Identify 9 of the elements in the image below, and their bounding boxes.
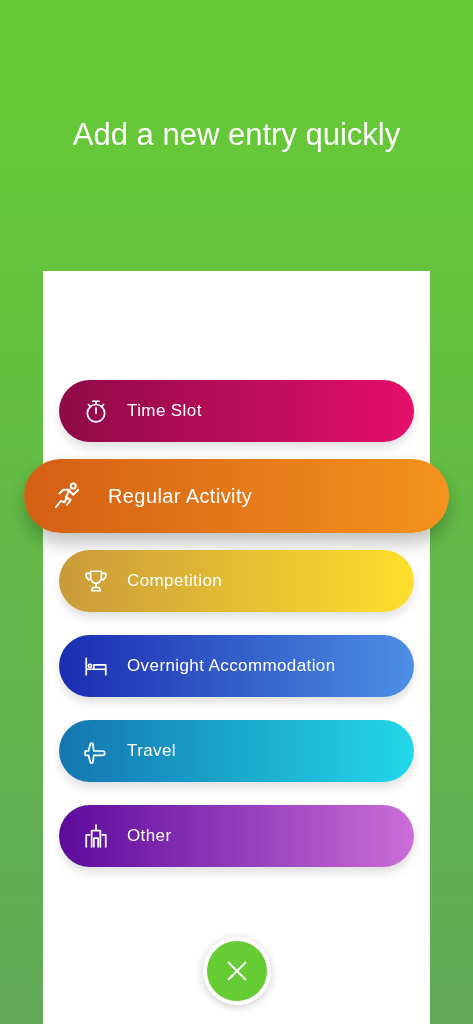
close-icon (224, 959, 249, 983)
runner-icon (52, 481, 82, 511)
buildings-icon (83, 823, 109, 849)
trophy-icon (83, 568, 109, 594)
entry-button[interactable]: Time Slot (59, 380, 414, 442)
entry-button[interactable]: Other (59, 805, 414, 867)
entry-button[interactable]: Travel (59, 720, 414, 782)
page-title: Add a new entry quickly (72, 116, 401, 153)
entry-button[interactable]: Overnight Accommodation (59, 635, 414, 697)
